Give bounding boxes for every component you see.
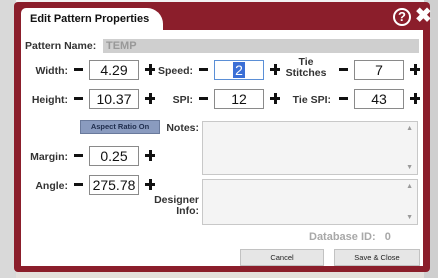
save-close-button[interactable]: Save & Close [334,249,420,266]
speed-increment-button[interactable] [270,63,280,77]
spi-increment-button[interactable] [270,92,280,106]
margin-decrement-button[interactable] [74,149,83,163]
tie-spi-label: Tie SPI: [292,94,331,106]
angle-field[interactable]: 275.78 [89,175,139,195]
scroll-up-icon[interactable]: ▲ [406,183,413,190]
tie-stitches-field[interactable]: 7 [354,60,404,80]
edit-pattern-dialog: Edit Pattern Properties ? ✖ Pattern Name… [14,2,432,272]
height-label: Height: [31,94,68,106]
margin-increment-button[interactable] [145,149,155,163]
speed-label: Speed: [157,65,193,77]
tie-stitches-label: Tie Stitches [285,56,327,79]
notes-label: Notes: [166,122,199,134]
height-increment-button[interactable] [145,92,155,106]
database-id-value: 0 [384,231,391,243]
tie-spi-decrement-button[interactable] [339,92,348,106]
angle-decrement-button[interactable] [74,178,83,192]
tie-stitches-increment-button[interactable] [410,63,420,77]
speed-decrement-button[interactable] [199,63,208,77]
width-field[interactable]: 4.29 [89,60,139,80]
database-id: Database ID: 0 [309,231,391,243]
pattern-name-input[interactable] [103,39,419,53]
margin-field[interactable]: 0.25 [89,146,139,166]
spi-field[interactable]: 12 [214,89,264,109]
tie-spi-field[interactable]: 43 [354,89,404,109]
width-increment-button[interactable] [145,63,155,77]
tie-spi-increment-button[interactable] [410,92,420,106]
width-label: Width: [35,65,68,77]
close-icon[interactable]: ✖ [415,6,432,26]
margin-label: Margin: [30,151,68,163]
pattern-name-label: Pattern Name: [25,40,97,52]
dialog-title: Edit Pattern Properties [30,13,150,25]
database-id-label: Database ID: [309,231,376,243]
angle-label: Angle: [35,180,68,192]
tie-stitches-decrement-button[interactable] [339,63,348,77]
height-decrement-button[interactable] [74,92,83,106]
speed-value: 2 [233,62,245,78]
cancel-button[interactable]: Cancel [240,249,324,266]
width-decrement-button[interactable] [74,63,83,77]
spi-decrement-button[interactable] [199,92,208,106]
aspect-ratio-button[interactable]: Aspect Ratio On [80,120,160,134]
scroll-up-icon[interactable]: ▲ [406,125,413,132]
designer-info-label: Designer Info: [154,194,199,217]
scroll-down-icon[interactable]: ▼ [406,214,413,221]
scroll-down-icon[interactable]: ▼ [406,164,413,171]
help-icon[interactable]: ? [393,8,411,26]
spi-label: SPI: [172,94,193,106]
notes-textarea[interactable]: ▲ ▼ [202,121,418,175]
dialog-body: Pattern Name: Width: 4.29 Speed: 2 Tie S… [21,30,423,266]
speed-field[interactable]: 2 [214,60,264,80]
designer-info-textarea[interactable]: ▲ ▼ [202,179,418,225]
angle-increment-button[interactable] [145,178,155,192]
height-field[interactable]: 10.37 [89,89,139,109]
